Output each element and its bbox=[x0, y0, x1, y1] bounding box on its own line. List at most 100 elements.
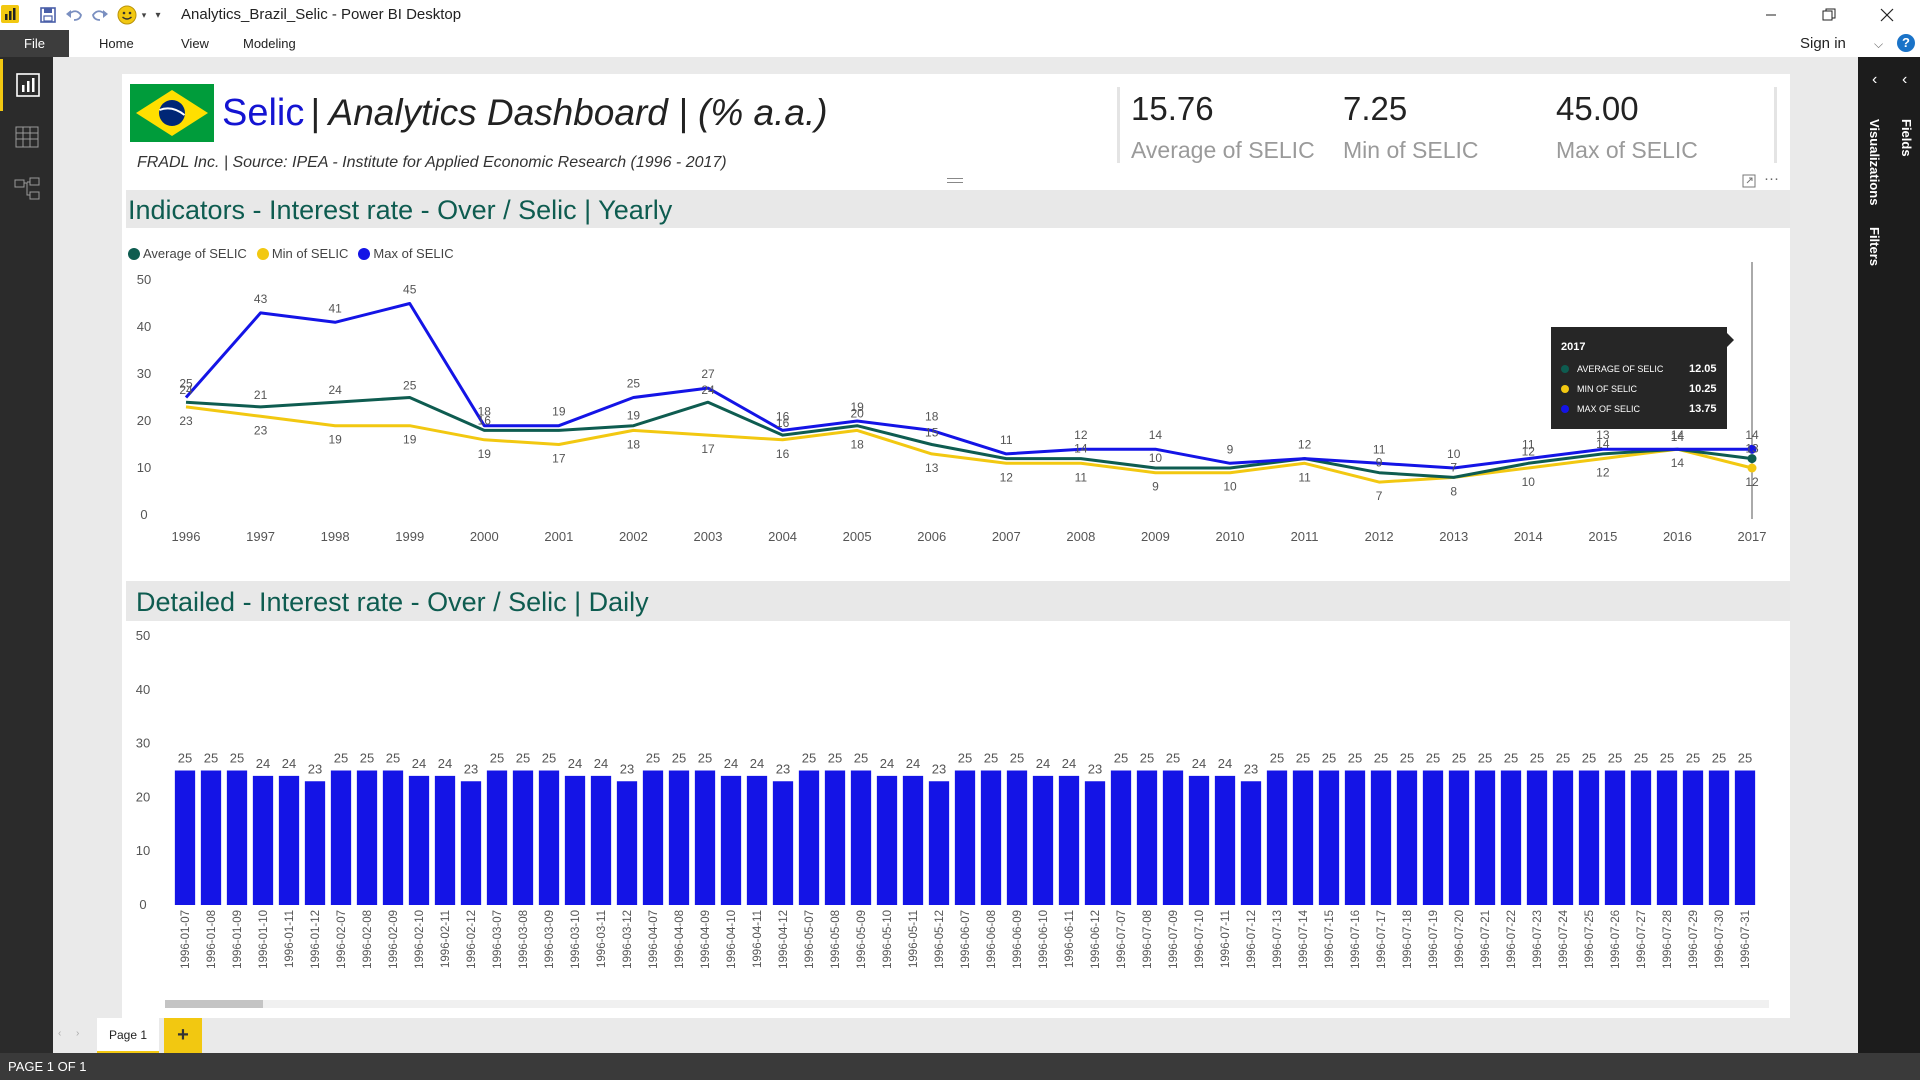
legend-label-max[interactable]: Max of SELIC bbox=[373, 246, 453, 261]
tab-home[interactable]: Home bbox=[99, 30, 134, 57]
bar bbox=[434, 775, 456, 905]
report-view-icon[interactable] bbox=[0, 59, 53, 111]
dropdown-icon[interactable]: ▾ bbox=[139, 5, 149, 25]
x-tick-label: 1996-07-29 bbox=[1688, 910, 1700, 969]
bar bbox=[408, 775, 430, 905]
x-tick-label: 1996-05-11 bbox=[908, 910, 920, 968]
brazil-flag-icon bbox=[130, 84, 214, 142]
more-options-icon[interactable]: ··· bbox=[1764, 170, 1779, 187]
page-tab-1[interactable]: Page 1 bbox=[97, 1018, 159, 1053]
bar bbox=[1448, 770, 1470, 905]
bar bbox=[746, 775, 768, 905]
restore-icon[interactable] bbox=[1806, 0, 1852, 30]
data-label-max: 25 bbox=[627, 377, 641, 391]
x-tick-label: 1996-04-12 bbox=[778, 910, 790, 969]
data-view-icon[interactable] bbox=[0, 111, 53, 163]
bar-data-label: 25 bbox=[1348, 751, 1362, 766]
data-label-min: 12 bbox=[1000, 470, 1014, 484]
x-tick-label: 1996-07-09 bbox=[1168, 910, 1180, 969]
page-info: PAGE 1 OF 1 bbox=[8, 1059, 87, 1074]
data-label-max: 43 bbox=[254, 292, 268, 306]
visualizations-pane[interactable]: Visualizations bbox=[1867, 119, 1882, 205]
bar bbox=[1604, 770, 1626, 905]
right-pane: ‹ ‹ Visualizations Filters Fields bbox=[1858, 57, 1920, 1053]
data-label-max: 18 bbox=[925, 409, 939, 423]
tooltip-label-min: MIN OF SELIC bbox=[1577, 384, 1638, 394]
bar bbox=[1682, 770, 1704, 905]
customize-qat-icon[interactable]: ▾ bbox=[152, 5, 164, 25]
x-tick-label: 1996-07-07 bbox=[1116, 910, 1128, 969]
collapse-visualizations-icon[interactable]: ‹ bbox=[1872, 71, 1877, 89]
bar-chart-scrollbar-thumb[interactable] bbox=[165, 1000, 263, 1008]
bar bbox=[616, 781, 638, 905]
y-tick-label: 10 bbox=[136, 843, 150, 858]
tab-modeling[interactable]: Modeling bbox=[243, 30, 296, 57]
x-tick-label: 1996-01-11 bbox=[284, 910, 296, 968]
y-tick-label: 30 bbox=[136, 736, 150, 751]
undo-icon[interactable] bbox=[64, 5, 84, 25]
bar-data-label: 25 bbox=[958, 751, 972, 766]
smiley-feedback-icon[interactable] bbox=[116, 5, 138, 25]
page-tab-bar bbox=[53, 1018, 1858, 1053]
legend-label-min[interactable]: Min of SELIC bbox=[272, 246, 349, 261]
x-tick-label: 2007 bbox=[992, 529, 1021, 544]
x-tick-label: 1996-06-08 bbox=[986, 910, 998, 969]
line-chart-legend: Average of SELIC Min of SELIC Max of SEL… bbox=[128, 246, 454, 261]
minimize-icon[interactable] bbox=[1748, 0, 1794, 30]
redo-icon[interactable] bbox=[90, 5, 110, 25]
bar-data-label: 25 bbox=[1322, 751, 1336, 766]
data-label-min: 19 bbox=[328, 433, 342, 447]
x-tick-label: 1996-02-07 bbox=[336, 910, 348, 969]
relationships-view-icon[interactable] bbox=[0, 163, 53, 215]
data-label-average: 15 bbox=[925, 426, 939, 440]
bar-data-label: 23 bbox=[464, 761, 478, 776]
legend-label-average[interactable]: Average of SELIC bbox=[143, 246, 247, 261]
collapse-fields-icon[interactable]: ‹ bbox=[1902, 71, 1907, 89]
bar bbox=[564, 775, 586, 905]
bar-data-label: 24 bbox=[880, 756, 894, 771]
data-label-average: 21 bbox=[254, 388, 268, 402]
bar-data-label: 25 bbox=[1114, 751, 1128, 766]
bar-data-label: 24 bbox=[1218, 756, 1232, 771]
data-label-min: 13 bbox=[925, 461, 939, 475]
fields-pane[interactable]: Fields bbox=[1899, 119, 1914, 157]
bar-data-label: 24 bbox=[438, 756, 452, 771]
bar-chart[interactable]: 0 10 20 30 40 50 25 1996-01-07 25 1996-01-08 25 199… bbox=[122, 626, 1790, 1010]
bar-data-label: 25 bbox=[1738, 751, 1752, 766]
next-page-icon[interactable]: › bbox=[76, 1028, 79, 1039]
x-tick-label: 1996-03-08 bbox=[518, 910, 530, 969]
bar bbox=[668, 770, 690, 905]
bar-data-label: 25 bbox=[802, 751, 816, 766]
filters-pane[interactable]: Filters bbox=[1867, 227, 1882, 266]
tab-view[interactable]: View bbox=[181, 30, 209, 57]
x-tick-label: 2014 bbox=[1514, 529, 1543, 544]
save-icon[interactable] bbox=[38, 5, 58, 25]
x-tick-label: 2006 bbox=[917, 529, 946, 544]
y-tick-label: 40 bbox=[136, 682, 150, 697]
y-tick-label: 30 bbox=[137, 366, 151, 381]
bar-data-label: 25 bbox=[1660, 751, 1674, 766]
help-icon[interactable]: ? bbox=[1897, 34, 1915, 52]
collapse-ribbon-icon[interactable]: ⌵ bbox=[1874, 37, 1883, 52]
bar bbox=[1240, 781, 1262, 905]
line-chart[interactable]: 010203040501996 1997 1998 1999 2000 2001 2002 2… bbox=[122, 262, 1790, 552]
bar-data-label: 24 bbox=[1062, 756, 1076, 771]
bar-data-label: 25 bbox=[1712, 751, 1726, 766]
add-page-button[interactable]: + bbox=[164, 1018, 202, 1053]
dashboard-title: | Analytics Dashboard | (% a.a.) bbox=[310, 92, 828, 133]
tooltip-dot-min bbox=[1561, 385, 1569, 393]
x-tick-label: 1996-07-25 bbox=[1584, 910, 1596, 969]
drag-handle-icon[interactable] bbox=[947, 178, 963, 183]
x-tick-label: 1996-07-15 bbox=[1324, 910, 1336, 969]
tab-file[interactable]: File bbox=[0, 30, 69, 57]
bar bbox=[1292, 770, 1314, 905]
x-tick-label: 2010 bbox=[1216, 529, 1245, 544]
prev-page-icon[interactable]: ‹ bbox=[58, 1028, 61, 1039]
sign-in-link[interactable]: Sign in bbox=[1800, 30, 1846, 57]
bar bbox=[1552, 770, 1574, 905]
close-icon[interactable] bbox=[1864, 0, 1910, 30]
bar-chart-scrollbar-track bbox=[165, 1000, 1769, 1008]
kpi-average-label: Average of SELIC bbox=[1131, 137, 1315, 163]
bar bbox=[174, 770, 196, 905]
tooltip-label-average: AVERAGE OF SELIC bbox=[1577, 364, 1664, 374]
